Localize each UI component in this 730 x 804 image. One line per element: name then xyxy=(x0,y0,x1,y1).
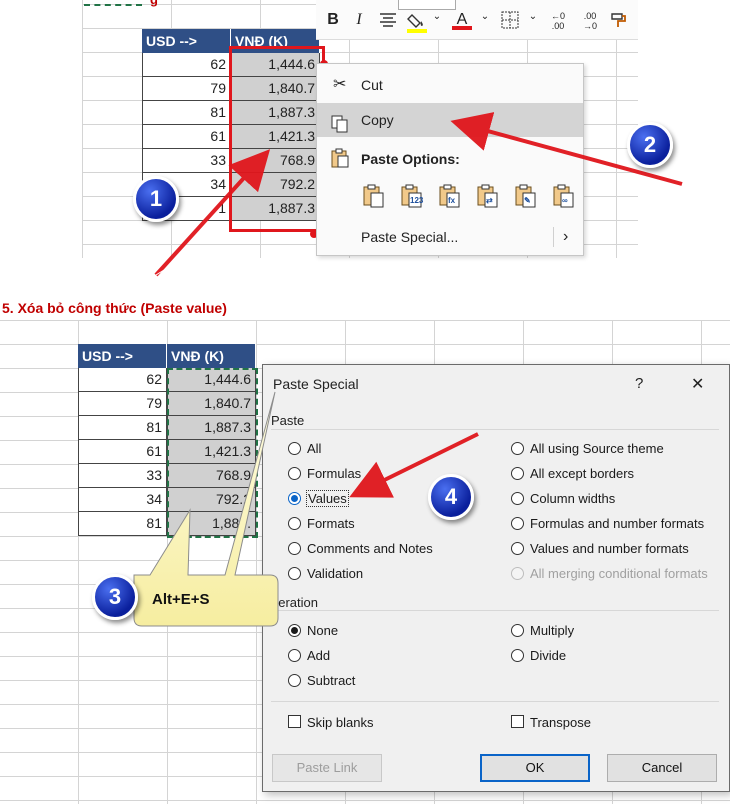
step-badge-2: 2 xyxy=(627,122,673,168)
step-badge-4: 4 xyxy=(428,474,474,520)
step-badge-1: 1 xyxy=(133,176,179,222)
step-badge-3: 3 xyxy=(92,574,138,620)
annotation-arrows xyxy=(154,112,683,498)
